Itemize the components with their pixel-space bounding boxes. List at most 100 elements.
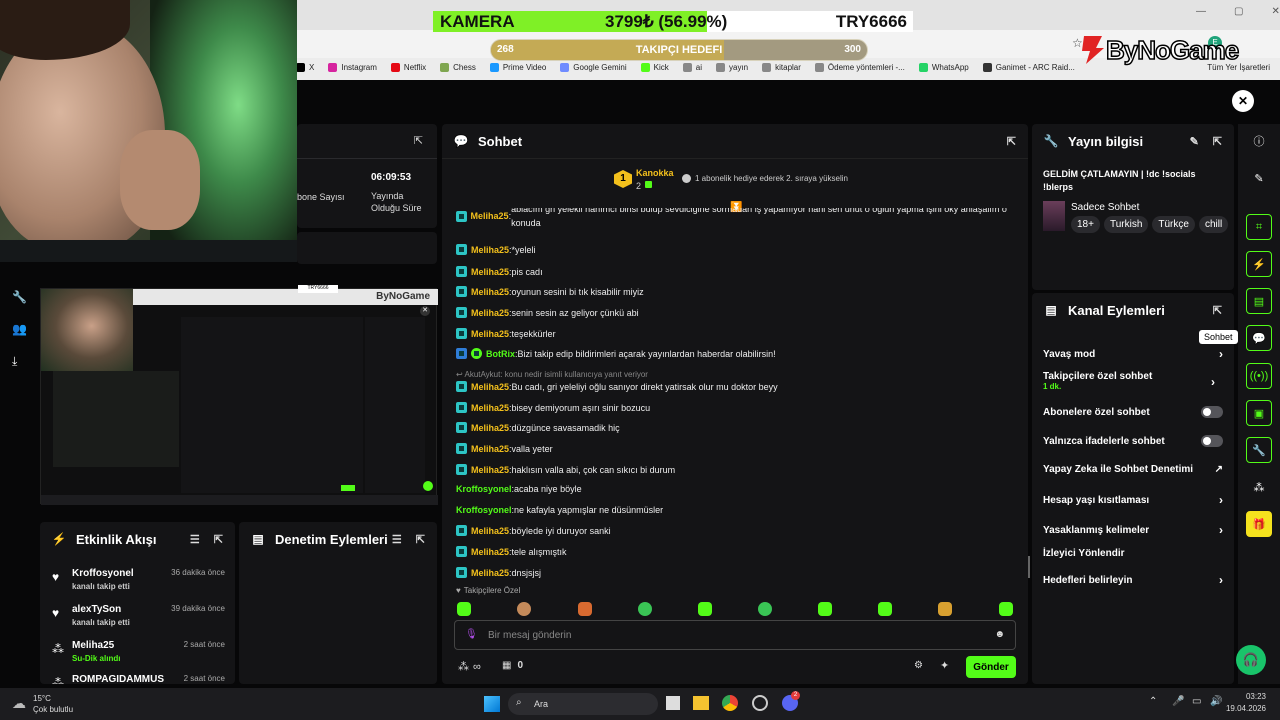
chat-message[interactable]: Meliha25: *yeleli [456,244,536,255]
chat-username[interactable]: Meliha25 [471,568,509,578]
close-window-icon[interactable]: ✕ [1271,6,1279,17]
points-icon[interactable]: ⁂ [1246,474,1272,500]
activity-event[interactable]: ROMPAGIDAMMUS 2 saat önce [72,674,225,684]
chat-message[interactable]: Meliha25: pis cadı [456,266,543,277]
popout-icon[interactable]: ⇱ [1007,135,1016,148]
chat-username[interactable]: BotRix [486,349,515,359]
chat-bubble-icon[interactable]: 💬 [1246,325,1272,351]
chat-username[interactable]: Meliha25 [471,403,509,413]
emote-5[interactable] [698,602,712,616]
layout-icon[interactable]: ▣ [1246,400,1272,426]
info-icon[interactable]: ⓘ [1246,128,1272,154]
chat-message[interactable]: Meliha25: teşekkürler [456,328,556,339]
maximize-icon[interactable]: ▢ [1234,6,1243,17]
followers-chat-row[interactable]: Takipçilere özel sohbet 1 dk. › [1043,371,1223,391]
weather-temp[interactable]: 15°C [33,694,51,703]
emote-9[interactable] [938,602,952,616]
support-headset-icon[interactable]: 🎧 [1236,645,1266,675]
raid-row[interactable]: İzleyici Yönlendir [1043,548,1223,559]
emote-1[interactable] [457,602,471,616]
chat-message[interactable]: Meliha25: bisey demiyorum aşırı sinir bo… [456,402,650,413]
emoji-icon[interactable]: ☻ [994,629,1005,640]
chat-username[interactable]: Meliha25 [471,444,509,454]
chat-message[interactable]: Meliha25: valla yeter [456,443,553,454]
activity-event[interactable]: Meliha25 2 saat önce Su-Dik alındı [72,640,225,663]
chat-message[interactable]: Kroffosyonel: acaba niye böyle [456,484,582,494]
stream-tag[interactable]: 18+ [1071,216,1100,233]
document-icon[interactable]: ▤ [1246,288,1272,314]
users-icon[interactable]: 👥 [12,322,27,336]
emote-4[interactable] [638,602,652,616]
chat-username[interactable]: Meliha25 [471,267,509,277]
broadcast-icon[interactable]: ((•)) [1246,363,1272,389]
emote-3[interactable] [578,602,592,616]
subs-chat-row[interactable]: Abonelere özel sohbet [1043,406,1223,418]
filter-icon[interactable]: ☰ [190,533,200,546]
file-explorer-icon[interactable] [693,696,709,710]
reply-indicator[interactable]: ↩ AkutAykut: konu nedir isimli kullanıcı… [456,370,648,379]
monitor-icon[interactable]: ▭ [1192,696,1201,707]
bookmark-item[interactable]: yayın [716,62,748,72]
bookmark-item[interactable]: Ödeme yöntemleri -... [814,62,905,72]
emote-7[interactable] [818,602,832,616]
taskbar-search[interactable]: ⌕ Ara [508,693,658,715]
chat-username[interactable]: Meliha25 [471,423,509,433]
popout-icon[interactable]: ⇱ [1213,304,1222,317]
ai-moderation-row[interactable]: Yapay Zeka ile Sohbet Denetimi ↗ [1043,464,1223,475]
window-controls[interactable]: — ▢ ✕ [1196,6,1280,17]
bookmark-item[interactable]: kitaplar [762,62,801,72]
emotes-chat-toggle[interactable] [1201,435,1223,447]
gift-box-icon[interactable]: 🎁 [1246,511,1272,537]
bookmark-item[interactable]: WhatsApp [918,62,969,72]
weather-desc[interactable]: Çok bulutlu [33,705,73,714]
popout-icon[interactable]: ⇱ [416,533,425,546]
chat-message[interactable]: Meliha25: böylede iyi duruyor sanki [456,525,611,536]
upload-icon[interactable]: ⤓ [12,354,17,369]
chat-username[interactable]: Kroffosyonel [456,484,512,494]
clock-time[interactable]: 03:23 [1220,692,1266,701]
chat-message[interactable]: Meliha25: abiacım gri yelekli hanımcı bi… [456,208,1016,230]
gift-store[interactable]: ▦ 0 [502,660,523,671]
emotes-chat-row[interactable]: Yalnızca ifadelerle sohbet [1043,435,1223,447]
stream-tag[interactable]: Turkish [1103,216,1149,233]
bookmark-item[interactable]: Netflix [390,62,426,72]
bookmark-item[interactable]: Prime Video [489,62,546,72]
preview-close-icon[interactable]: ✕ [420,306,430,316]
minimize-icon[interactable]: — [1196,6,1206,17]
chrome-icon[interactable] [722,695,738,711]
lightning-icon[interactable]: ⚡ [1246,251,1272,277]
bookmark-item[interactable]: Google Gemini [560,62,627,72]
activity-event[interactable]: Kroffosyonel 36 dakika önce kanalı takip e… [72,568,225,591]
chat-username[interactable]: Meliha25 [471,382,509,392]
chat-username[interactable]: Meliha25 [471,329,509,339]
chat-message[interactable]: Kroffosyonel: ne kafayla yapmışlar ne dü… [456,505,663,515]
send-button[interactable]: Gönder [966,656,1016,678]
kick-logo-icon[interactable]: ✕ [1232,90,1254,112]
emote-2[interactable] [517,602,531,616]
chat-message[interactable]: Meliha25: senin sesin az geliyor çünkü a… [456,307,639,318]
stream-tag[interactable]: Türkçe [1152,216,1195,233]
subs-chat-toggle[interactable] [1201,406,1223,418]
chat-input-placeholder[interactable]: Bir mesaj gönderin [488,630,571,641]
chat-input[interactable]: 🎙 Bir mesaj gönderin ☻ [454,620,1016,650]
popout-icon[interactable]: ⇱ [414,134,423,147]
emote-picker-icon[interactable]: ✦ [940,659,949,672]
bookmark-item[interactable]: Kick [640,62,669,72]
obs-icon[interactable] [752,695,768,711]
stream-tag[interactable]: chill [1198,216,1229,233]
chat-username[interactable]: Meliha25 [471,245,509,255]
chat-message[interactable]: Meliha25: Bu cadı, gri yeleliyi oğlu san… [456,381,778,392]
bookmark-item[interactable]: Ganimet - ARC Raid... [982,62,1075,72]
chat-scrollbar[interactable] [1028,556,1030,578]
chat-message[interactable]: BotRix: Bizi takip edip bildirimleri aça… [456,348,776,359]
microphone-tray-icon[interactable]: 🎤 [1172,696,1184,707]
wrench-icon[interactable]: 🔧 [12,290,27,304]
chat-message[interactable]: Meliha25: haklısın valla abi, çok can sı… [456,464,675,475]
channel-points[interactable]: ⁂ ∞ [458,660,481,674]
emote-6[interactable] [758,602,772,616]
chat-message[interactable]: Meliha25: oyunun sesini bi tık kisabilir… [456,286,644,297]
activity-event[interactable]: alexTySon 39 dakika önce kanalı takip etti [72,604,225,627]
chat-message[interactable]: Meliha25: tele alışmıştık [456,546,567,557]
chat-username[interactable]: Meliha25 [471,526,509,536]
chat-username[interactable]: Meliha25 [471,308,509,318]
